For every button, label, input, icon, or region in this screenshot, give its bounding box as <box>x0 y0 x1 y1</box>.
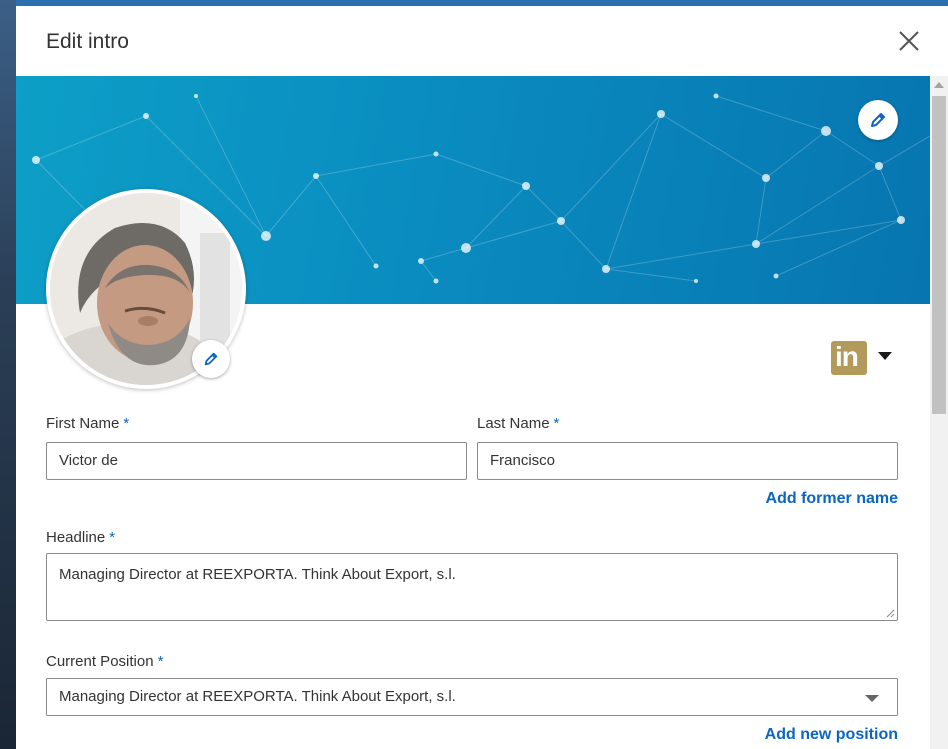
edit-intro-modal: Edit intro in First Name * Victor de Las… <box>16 6 948 749</box>
modal-header: Edit intro <box>16 6 948 77</box>
current-position-label: Current Position * <box>46 653 164 670</box>
pencil-icon <box>204 352 218 366</box>
current-position-select[interactable]: Managing Director at REEXPORTA. Think Ab… <box>46 678 898 716</box>
close-button[interactable] <box>894 26 924 56</box>
first-name-label: First Name * <box>46 415 130 432</box>
close-icon <box>899 31 919 51</box>
resize-grip-icon[interactable] <box>885 608 895 618</box>
chevron-down-icon <box>865 695 879 702</box>
add-former-name-link[interactable]: Add former name <box>766 490 898 508</box>
linkedin-icon: in <box>835 341 859 372</box>
last-name-label: Last Name * <box>477 415 560 432</box>
backdrop-page <box>0 0 16 749</box>
current-position-value: Managing Director at REEXPORTA. Think Ab… <box>59 688 456 705</box>
scrollbar-thumb[interactable] <box>932 96 946 414</box>
chevron-down-icon[interactable] <box>878 352 892 360</box>
headline-label: Headline * <box>46 529 116 546</box>
last-name-input[interactable]: Francisco <box>477 442 898 480</box>
headline-textarea[interactable]: Managing Director at REEXPORTA. Think Ab… <box>46 553 898 621</box>
linkedin-badge-selector[interactable]: in <box>831 341 867 375</box>
edit-background-button[interactable] <box>858 100 898 140</box>
scroll-up-arrow[interactable] <box>934 82 944 88</box>
modal-body: in First Name * Victor de Last Name * Fran… <box>16 76 930 749</box>
add-new-position-link[interactable]: Add new position <box>765 726 898 744</box>
first-name-input[interactable]: Victor de <box>46 442 467 480</box>
modal-title: Edit intro <box>46 30 129 53</box>
edit-photo-button[interactable] <box>192 340 230 378</box>
pencil-icon <box>871 113 885 127</box>
scrollbar[interactable] <box>930 76 948 749</box>
headline-text: Managing Director at REEXPORTA. Think Ab… <box>59 566 456 583</box>
